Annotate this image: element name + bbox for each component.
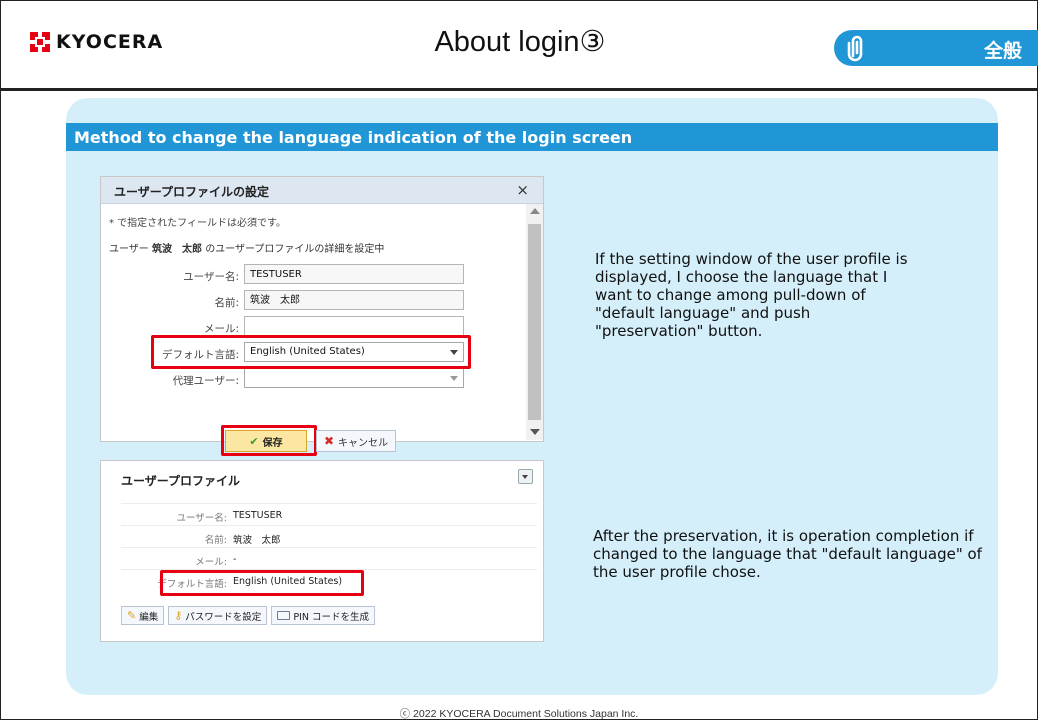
generate-pin-button[interactable]: PIN コードを生成 — [271, 606, 375, 625]
keypad-icon — [277, 611, 291, 620]
copyright-footer: ⓒ 2022 KYOCERA Document Solutions Japan … — [399, 708, 639, 720]
collapse-icon[interactable] — [518, 469, 533, 484]
generate-pin-button-label: PIN コードを生成 — [293, 611, 369, 623]
cancel-button-label: キャンセル — [338, 437, 389, 449]
category-tag: 全般 — [834, 30, 1038, 66]
editing-user: 筑波 太郎 — [152, 244, 202, 255]
save-highlight-box — [221, 425, 317, 456]
section-title: Method to change the language indication… — [74, 128, 633, 147]
logo-text: KYOCERA — [56, 31, 164, 53]
profile-name-label: 名前: — [204, 535, 227, 546]
dialog-header: ユーザープロファイルの設定 × — [101, 177, 543, 204]
editing-message: ユーザー 筑波 太郎 のユーザープロファイルの詳細を設定中 — [109, 240, 384, 255]
name-label: 名前: — [214, 297, 239, 309]
edit-button-label: 編集 — [139, 611, 159, 623]
category-tag-label: 全般 — [984, 40, 1023, 62]
name-field[interactable]: 筑波 太郎 — [244, 290, 464, 310]
profile-username-label: ユーザー名: — [176, 513, 227, 524]
name-row: 名前: 筑波 太郎 — [101, 290, 525, 312]
scroll-down-icon[interactable] — [530, 429, 540, 435]
username-row: ユーザー名: TESTUSER — [101, 264, 525, 286]
cancel-button[interactable]: ✖ キャンセル — [316, 430, 396, 452]
user-profile-panel: ユーザープロファイル ユーザー名: TESTUSER 名前: 筑波 太郎 メール… — [100, 460, 544, 642]
step2-description: After the preservation, it is operation … — [593, 527, 982, 581]
section-header: Method to change the language indication… — [66, 123, 998, 151]
profile-action-buttons: ✎ 編集 ⚷ パスワードを設定 PIN コードを生成 — [121, 606, 375, 625]
dialog-title: ユーザープロファイルの設定 — [114, 185, 270, 199]
step1-description: If the setting window of the user profil… — [595, 250, 908, 340]
proxy-user-select[interactable] — [244, 368, 464, 388]
dialog-body: * で指定されたフィールドは必須です。 ユーザー 筑波 太郎 のユーザープロファ… — [101, 204, 525, 456]
profile-row: メール: - — [121, 547, 537, 570]
mail-label: メール: — [203, 323, 239, 335]
close-icon[interactable]: × — [516, 181, 529, 199]
username-field[interactable]: TESTUSER — [244, 264, 464, 284]
close-icon: ✖ — [323, 434, 335, 448]
editing-suffix: のユーザープロファイルの詳細を設定中 — [205, 244, 385, 255]
header-divider — [0, 88, 1038, 91]
chevron-down-icon — [450, 376, 458, 381]
scroll-up-icon[interactable] — [530, 208, 540, 214]
dialog-scrollbar[interactable] — [526, 204, 543, 440]
paperclip-icon — [847, 35, 863, 62]
profile-username-value: TESTUSER — [233, 510, 283, 521]
username-label: ユーザー名: — [183, 271, 239, 283]
proxy-user-row: 代理ユーザー: — [101, 368, 525, 390]
profile-mail-label: メール: — [195, 557, 227, 568]
set-password-button-label: パスワードを設定 — [185, 611, 262, 623]
editing-prefix: ユーザー — [109, 244, 149, 255]
set-password-button[interactable]: ⚷ パスワードを設定 — [168, 606, 268, 625]
kyocera-logo-icon — [30, 32, 50, 52]
scrollbar-thumb[interactable] — [528, 224, 541, 420]
profile-mail-value: - — [233, 554, 237, 565]
required-note: * で指定されたフィールドは必須です。 — [109, 218, 286, 229]
kyocera-logo: KYOCERA — [30, 31, 163, 53]
profile-row: ユーザー名: TESTUSER — [121, 503, 537, 526]
profile-name-value: 筑波 太郎 — [233, 535, 281, 546]
key-icon: ⚷ — [174, 609, 183, 622]
pencil-icon: ✎ — [127, 609, 137, 622]
user-profile-settings-dialog: ユーザープロファイルの設定 × * で指定されたフィールドは必須です。 ユーザー… — [100, 176, 544, 456]
slide-title: About login③ — [434, 26, 606, 58]
proxy-user-label: 代理ユーザー: — [172, 375, 239, 387]
profile-row: 名前: 筑波 太郎 — [121, 525, 537, 548]
profile-title: ユーザープロファイル — [121, 474, 241, 488]
mail-field[interactable] — [244, 316, 464, 336]
edit-button[interactable]: ✎ 編集 — [121, 606, 165, 625]
profile-language-highlight-box — [160, 570, 364, 596]
language-highlight-box — [151, 335, 471, 369]
